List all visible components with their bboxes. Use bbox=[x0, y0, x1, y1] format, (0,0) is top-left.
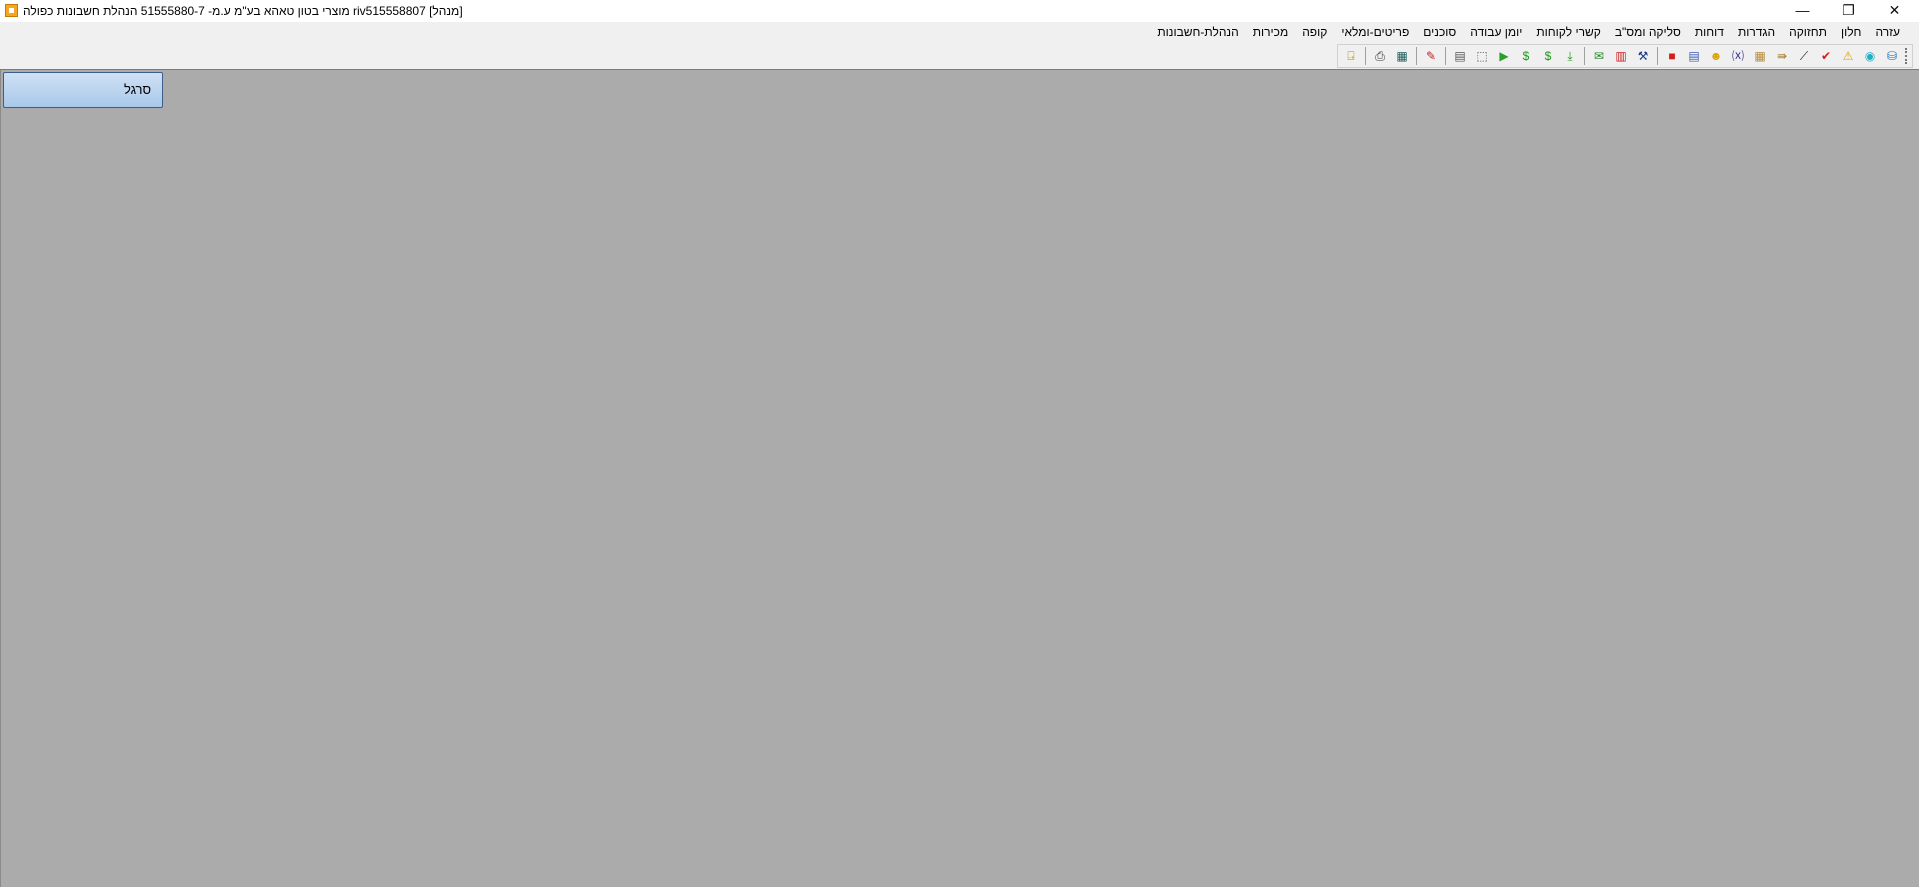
close-button[interactable]: ✕ bbox=[1872, 0, 1917, 22]
globe-icon[interactable]: ◉ bbox=[1860, 46, 1880, 66]
tools-icon[interactable]: ⚒ bbox=[1633, 46, 1653, 66]
minimize-button[interactable]: — bbox=[1780, 0, 1825, 22]
menu-item[interactable]: עזרה bbox=[1868, 22, 1907, 42]
menu-bar: הנהלת-חשבונות מכירות קופה פריטים-ומלאי סוכני… bbox=[0, 22, 1919, 42]
menu-item[interactable]: יומן עבודה bbox=[1463, 22, 1529, 42]
play-icon[interactable]: ▶ bbox=[1494, 46, 1514, 66]
mdi-workspace: סרגל bbox=[0, 70, 1919, 887]
toolbar-separator bbox=[1365, 47, 1366, 65]
title-bar: מוצרי בטון טאהא בע"מ ע.מ- 51555880-7 הנה… bbox=[0, 0, 1919, 22]
toolbar-separator bbox=[1416, 47, 1417, 65]
menu-item[interactable]: קופה bbox=[1295, 22, 1334, 42]
restore-button[interactable]: ❐ bbox=[1826, 0, 1871, 22]
money-bag-icon[interactable]: $ bbox=[1538, 46, 1558, 66]
select-icon[interactable]: ⬚ bbox=[1472, 46, 1492, 66]
edit-icon[interactable]: ✎ bbox=[1421, 46, 1441, 66]
document-icon[interactable]: ▤ bbox=[1450, 46, 1470, 66]
toolbar-separator bbox=[1657, 47, 1658, 65]
sargel-button[interactable]: סרגל bbox=[3, 72, 163, 108]
chart-icon[interactable]: ▥ bbox=[1611, 46, 1631, 66]
menu-item[interactable]: הגדרות bbox=[1731, 22, 1782, 42]
menu-item[interactable]: קשרי לקוחות bbox=[1529, 22, 1607, 42]
checkmark-icon[interactable]: ✔ bbox=[1816, 46, 1836, 66]
report-icon[interactable]: ▤ bbox=[1684, 46, 1704, 66]
window-title: מוצרי בטון טאהא בע"מ ע.מ- 51555880-7 הנה… bbox=[23, 4, 463, 18]
menu-item[interactable]: סוכנים bbox=[1416, 22, 1463, 42]
money-bag-2-icon[interactable]: $ bbox=[1516, 46, 1536, 66]
print-icon[interactable]: ⎙ bbox=[1370, 46, 1390, 66]
menu-items: הנהלת-חשבונות מכירות קופה פריטים-ומלאי סוכני… bbox=[1150, 22, 1907, 42]
email-icon[interactable]: ✉ bbox=[1589, 46, 1609, 66]
menu-item[interactable]: פריטים-ומלאי bbox=[1334, 22, 1416, 42]
menu-item[interactable]: מכירות bbox=[1246, 22, 1295, 42]
formula-icon[interactable]: ⒳ bbox=[1728, 46, 1748, 66]
app-icon[interactable] bbox=[5, 4, 18, 17]
toolbar-grip[interactable] bbox=[1905, 48, 1910, 64]
menu-item[interactable]: דוחות bbox=[1688, 22, 1731, 42]
database-icon[interactable]: ⛁ bbox=[1882, 46, 1902, 66]
toolbar-separator bbox=[1445, 47, 1446, 65]
toolbar-strip: ⛁ ◉ ⚠ ✔ ⟋ ⇛ ▦ ⒳ ☻ ▤ ■ ⚒ ▥ ✉ ⤓ $ $ ▶ ⬚ ▤ ✎ ▦ ⎙ ⍈ bbox=[0, 42, 1919, 70]
user-icon[interactable]: ☻ bbox=[1706, 46, 1726, 66]
calendar-icon[interactable]: ▦ bbox=[1750, 46, 1770, 66]
toolbar: ⛁ ◉ ⚠ ✔ ⟋ ⇛ ▦ ⒳ ☻ ▤ ■ ⚒ ▥ ✉ ⤓ $ $ ▶ ⬚ ▤ ✎ ▦ ⎙ ⍈ bbox=[1337, 44, 1913, 68]
menu-item[interactable]: תחזוקה bbox=[1782, 22, 1834, 42]
arrow-import-icon[interactable]: ⇛ bbox=[1772, 46, 1792, 66]
stop-icon[interactable]: ■ bbox=[1662, 46, 1682, 66]
toolbar-separator bbox=[1584, 47, 1585, 65]
warning-icon[interactable]: ⚠ bbox=[1838, 46, 1858, 66]
menu-item[interactable]: סליקה ומס"ב bbox=[1608, 22, 1688, 42]
download-icon[interactable]: ⤓ bbox=[1560, 46, 1580, 66]
calculator-icon[interactable]: ▦ bbox=[1392, 46, 1412, 66]
menu-item[interactable]: חלון bbox=[1834, 22, 1869, 42]
menu-item[interactable]: הנהלת-חשבונות bbox=[1150, 22, 1245, 42]
exit-icon[interactable]: ⍈ bbox=[1341, 46, 1361, 66]
telescope-icon[interactable]: ⟋ bbox=[1794, 46, 1814, 66]
